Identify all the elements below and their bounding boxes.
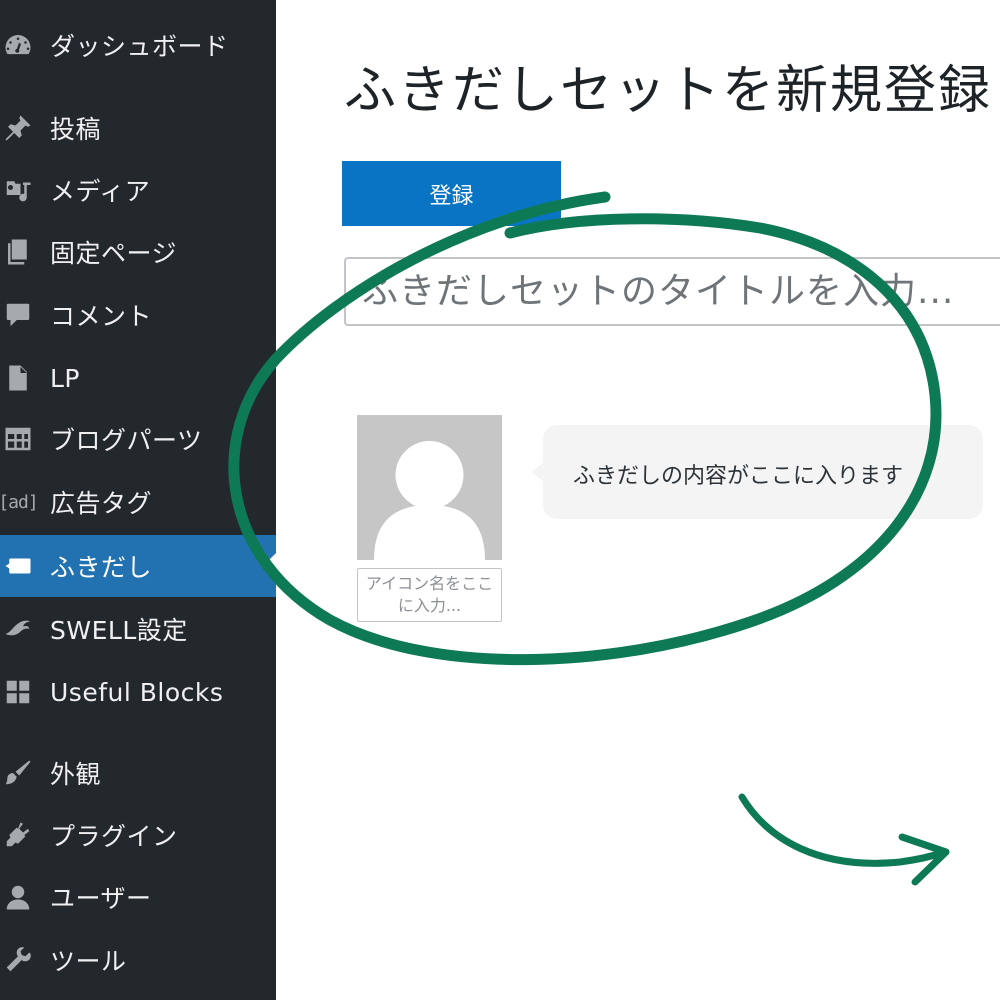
dashboard-icon — [0, 14, 36, 76]
pin-icon — [0, 97, 36, 159]
brush-icon — [0, 742, 36, 804]
sidebar-item-label: メディア — [50, 177, 151, 206]
sidebar-item-pages[interactable]: 固定ページ — [0, 221, 276, 283]
sidebar-item-swell-settings[interactable]: SWELL設定 — [0, 598, 276, 660]
user-icon — [0, 866, 36, 928]
sidebar-item-label: 固定ページ — [50, 239, 178, 268]
sidebar-item-appearance[interactable]: 外観 — [0, 742, 276, 804]
sidebar-item-tools[interactable]: ツール — [0, 929, 276, 991]
admin-sidebar: ダッシュボード 投稿 メディア 固定ページ コメント LP ブログパーツ [ad… — [0, 0, 276, 1000]
arrow-head-icon — [898, 833, 950, 886]
sidebar-item-posts[interactable]: 投稿 — [0, 97, 276, 159]
sidebar-item-plugins[interactable]: プラグイン — [0, 804, 276, 866]
swell-icon — [0, 598, 36, 660]
media-icon — [0, 159, 36, 221]
sidebar-item-label: LP — [50, 363, 81, 393]
sidebar-item-ad-tags[interactable]: [ad] 広告タグ — [0, 471, 276, 533]
sidebar-item-label: 広告タグ — [50, 489, 153, 518]
avatar-silhouette-icon — [374, 441, 485, 560]
sidebar-item-label: ダッシュボード — [50, 32, 229, 61]
sidebar-item-label: 投稿 — [50, 115, 102, 144]
sidebar-item-label: SWELL設定 — [50, 616, 188, 645]
sidebar-item-label: プラグイン — [50, 822, 178, 851]
sidebar-item-users[interactable]: ユーザー — [0, 866, 276, 928]
sidebar-item-comments[interactable]: コメント — [0, 284, 276, 346]
document-icon — [0, 347, 36, 409]
page-title: ふきだしセットを新規登録 — [344, 61, 993, 121]
sidebar-item-label: ふきだし — [50, 553, 153, 582]
sidebar-item-dashboard[interactable]: ダッシュボード — [0, 14, 276, 76]
register-button[interactable]: 登録 — [342, 161, 561, 226]
blocks-icon — [0, 661, 36, 723]
speech-bubble-icon — [0, 535, 36, 597]
sidebar-item-label: Useful Blocks — [50, 677, 224, 707]
comment-icon — [0, 284, 36, 346]
sidebar-item-blog-parts[interactable]: ブログパーツ — [0, 408, 276, 470]
sidebar-item-label: 外観 — [50, 760, 102, 789]
wrench-icon — [0, 929, 36, 991]
sidebar-item-lp[interactable]: LP — [0, 347, 276, 409]
avatar-placeholder[interactable] — [357, 415, 502, 560]
sidebar-item-label: ツール — [50, 947, 127, 976]
speech-bubble-preview[interactable]: ふきだしの内容がここに入ります — [531, 425, 983, 519]
sidebar-item-label: コメント — [50, 302, 153, 331]
sidebar-item-label: ユーザー — [50, 884, 152, 913]
sidebar-item-label: ブログパーツ — [50, 426, 203, 455]
sidebar-item-fukidashi[interactable]: ふきだし — [0, 535, 276, 597]
ad-icon: [ad] — [0, 491, 39, 513]
icon-name-input[interactable]: アイコン名をここに入力... — [357, 568, 502, 622]
plugin-icon — [0, 804, 36, 866]
curved-arrow — [738, 793, 949, 867]
sidebar-item-media[interactable]: メディア — [0, 159, 276, 221]
bubble-content-text: ふきだしの内容がここに入ります — [573, 464, 904, 489]
sidebar-item-useful-blocks[interactable]: Useful Blocks — [0, 661, 276, 723]
pages-icon — [0, 221, 36, 283]
title-input[interactable] — [344, 257, 1000, 326]
layout-icon — [0, 408, 36, 470]
